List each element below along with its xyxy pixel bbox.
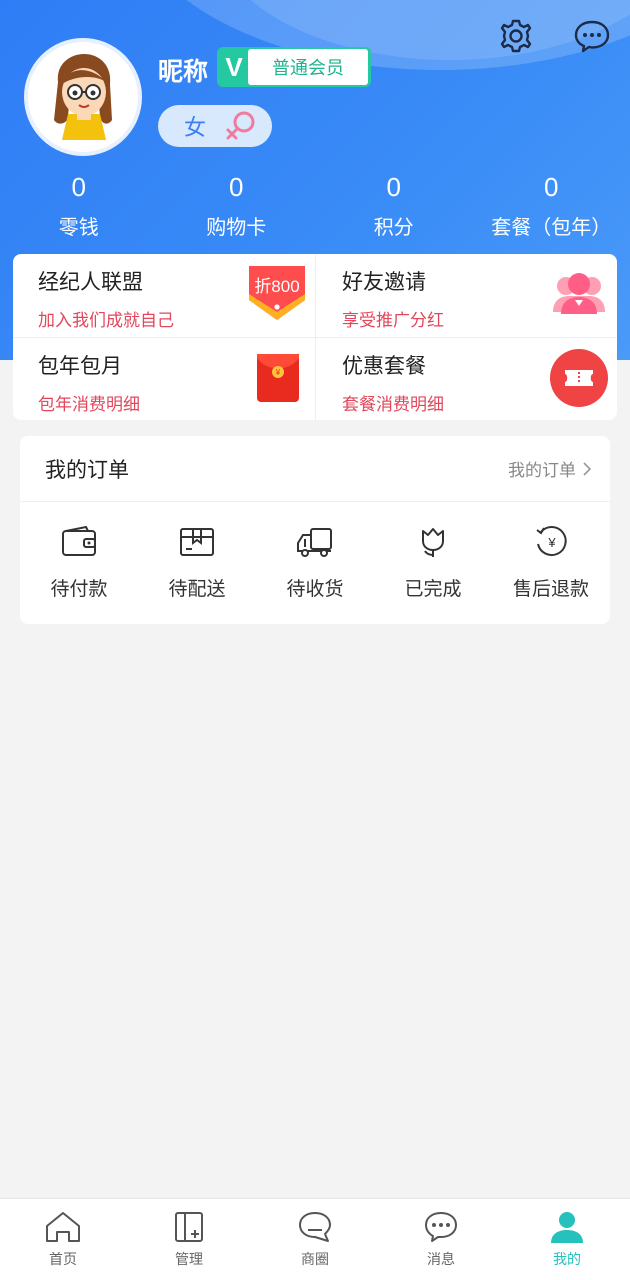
stat-value: 0: [71, 172, 86, 202]
order-refund[interactable]: ¥ 售后退款: [492, 520, 610, 601]
stat-label: 积分: [373, 215, 414, 239]
refund-icon: ¥: [533, 520, 569, 564]
manage-icon: [172, 1209, 206, 1245]
message-icon: [423, 1209, 459, 1245]
avatar[interactable]: [24, 38, 142, 156]
bottom-tab-bar: 首页 管理 商圈 消息 我的: [0, 1198, 630, 1280]
gender-badge: 女: [158, 105, 272, 147]
stat-value: 0: [386, 172, 401, 202]
member-badge[interactable]: V 普通会员: [217, 47, 371, 87]
vip-v-icon: V: [225, 51, 243, 82]
tab-label: 首页: [49, 1252, 77, 1268]
tab-label: 消息: [427, 1252, 455, 1268]
package-icon: [178, 520, 216, 564]
order-status-label: 待付款: [50, 578, 108, 600]
view-all-orders-link[interactable]: 我的订单: [508, 456, 592, 481]
orders-more-label: 我的订单: [508, 461, 576, 481]
chat-bubble-icon: [297, 1209, 333, 1245]
svg-text:¥: ¥: [275, 368, 281, 377]
order-pending-receipt[interactable]: 待收货: [256, 520, 374, 601]
stat-points[interactable]: 0 积分: [315, 172, 473, 240]
wallet-stats: 0 零钱 0 购物卡 0 积分 0 套餐（包年）: [0, 172, 630, 240]
stat-value: 0: [544, 172, 559, 202]
tab-label: 我的: [553, 1252, 581, 1268]
discount-badge-text: 折800: [254, 277, 299, 296]
tab-label: 商圈: [301, 1252, 329, 1268]
tab-messages[interactable]: 消息: [378, 1199, 504, 1280]
ticket-icon: [549, 348, 609, 412]
order-status-label: 待收货: [286, 578, 344, 600]
orders-header: 我的订单 我的订单: [20, 436, 610, 502]
stat-value: 0: [229, 172, 244, 202]
nickname: 昵称: [158, 57, 209, 86]
order-pending-payment[interactable]: 待付款: [20, 520, 138, 601]
stat-label: 套餐（包年）: [491, 215, 612, 239]
member-level: 普通会员: [248, 49, 368, 85]
female-symbol-icon: [226, 111, 255, 140]
stat-label: 购物卡: [206, 215, 267, 239]
order-status-label: 已完成: [404, 578, 462, 600]
chat-message-icon[interactable]: [570, 14, 614, 58]
gender-label: 女: [184, 116, 207, 141]
discount-tag-icon: 折800: [247, 264, 307, 326]
stat-change[interactable]: 0 零钱: [0, 172, 158, 240]
order-pending-delivery[interactable]: 待配送: [138, 520, 256, 601]
feature-annual-monthly[interactable]: 包年包月 包年消费明细 ¥: [13, 337, 315, 420]
stat-package[interactable]: 0 套餐（包年）: [473, 172, 630, 240]
feature-agent-alliance[interactable]: 经纪人联盟 加入我们成就自己 折800: [13, 254, 315, 337]
order-status-row: 待付款 待配送 待收货 已完成 ¥ 售后退款: [20, 502, 610, 601]
home-icon: [44, 1209, 82, 1245]
orders-title: 我的订单: [45, 457, 129, 482]
truck-icon: [295, 520, 335, 564]
my-orders-card: 我的订单 我的订单 待付款 待配送 待收货 已完成 ¥ 售后退款: [20, 436, 610, 624]
feature-friend-invite[interactable]: 好友邀请 享受推广分红: [315, 254, 617, 337]
profile-icon: [549, 1209, 585, 1245]
svg-text:¥: ¥: [547, 535, 556, 550]
avatar-girl-icon: [54, 54, 112, 140]
stat-label: 零钱: [58, 215, 99, 239]
tab-home[interactable]: 首页: [0, 1199, 126, 1280]
order-status-label: 售后退款: [512, 578, 589, 600]
feature-grid: 经纪人联盟 加入我们成就自己 折800 好友邀请 享受推广分红 包年包月 包年消…: [13, 254, 617, 420]
tab-mine[interactable]: 我的: [504, 1199, 630, 1280]
tab-manage[interactable]: 管理: [126, 1199, 252, 1280]
tab-business-circle[interactable]: 商圈: [252, 1199, 378, 1280]
flower-icon: [416, 520, 450, 564]
red-envelope-icon: ¥: [255, 352, 301, 408]
stat-shopping-card[interactable]: 0 购物卡: [158, 172, 316, 240]
order-status-label: 待配送: [168, 578, 226, 600]
wallet-icon: [60, 520, 98, 564]
tab-label: 管理: [175, 1252, 203, 1268]
friends-icon: [549, 264, 609, 326]
chevron-right-icon: [583, 461, 592, 476]
order-completed[interactable]: 已完成: [374, 520, 492, 601]
feature-discount-package[interactable]: 优惠套餐 套餐消费明细: [315, 337, 617, 420]
settings-gear-icon[interactable]: [494, 14, 538, 58]
